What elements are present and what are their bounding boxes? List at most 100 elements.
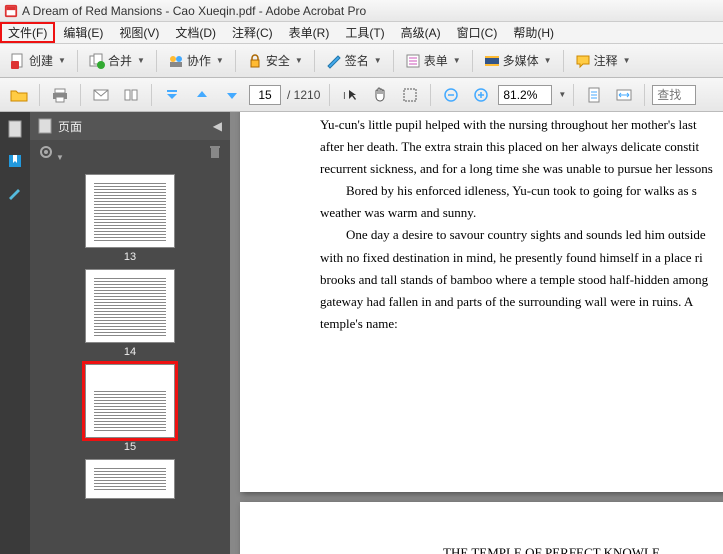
content-area: 页面 ◀ ▼ 13 14 15 Yu-cun's little pupil he… [0, 112, 723, 554]
document-page: THE TEMPLE OF PERFECT KNOWLE [240, 502, 723, 554]
separator [80, 84, 81, 106]
create-button[interactable]: 创建▼ [6, 48, 70, 74]
prev-page-button[interactable] [189, 82, 215, 108]
menu-tool[interactable]: 工具(T) [337, 22, 392, 43]
separator [151, 84, 152, 106]
dropdown-icon[interactable]: ▼ [558, 90, 566, 99]
multimedia-button[interactable]: 多媒体▼ [480, 48, 556, 74]
trash-icon[interactable] [208, 144, 222, 163]
collaborate-button[interactable]: 协作 ▼ [164, 48, 228, 74]
pages-icon [123, 88, 139, 102]
printer-icon [52, 87, 68, 103]
combine-icon [89, 53, 105, 69]
page-panel: 页面 ◀ ▼ 13 14 15 [30, 112, 230, 554]
page-total: / 1210 [287, 88, 320, 102]
document-page: Yu-cun's little pupil helped with the nu… [240, 112, 723, 492]
pages-button[interactable] [118, 82, 144, 108]
dropdown-icon: ▼ [374, 56, 382, 65]
page-panel-title: 页面 [58, 118, 82, 135]
email-button[interactable] [88, 82, 114, 108]
zoom-in-button[interactable] [468, 82, 494, 108]
thumbnail[interactable]: 14 [85, 269, 175, 358]
forms-label: 表单 [424, 52, 448, 69]
up-arrow-icon [195, 88, 209, 102]
separator [430, 84, 431, 106]
body-text: temple's name: [320, 313, 723, 335]
print-button[interactable] [47, 82, 73, 108]
title-bar: A Dream of Red Mansions - Cao Xueqin.pdf… [0, 0, 723, 22]
thumbnail[interactable] [85, 459, 175, 499]
search-input[interactable] [652, 85, 696, 105]
menu-document[interactable]: 文档(D) [167, 22, 224, 43]
sign-icon [326, 53, 342, 69]
marquee-zoom-button[interactable] [397, 82, 423, 108]
heading-text: THE TEMPLE OF PERFECT KNOWLE [320, 542, 723, 554]
menu-help[interactable]: 帮助(H) [505, 22, 562, 43]
dropdown-icon: ▼ [137, 56, 145, 65]
zoom-input[interactable] [498, 85, 552, 105]
select-tool-button[interactable]: I [337, 82, 363, 108]
body-text: weather was warm and sunny. [320, 202, 723, 224]
separator [314, 50, 315, 72]
multimedia-icon [484, 53, 500, 69]
thumbnail[interactable]: 15 [85, 364, 175, 453]
separator [39, 84, 40, 106]
select-icon: I [342, 87, 358, 103]
folder-open-icon [10, 87, 28, 103]
page-number-input[interactable] [249, 85, 281, 105]
open-button[interactable] [6, 82, 32, 108]
nav-bookmarks-icon[interactable] [4, 150, 26, 172]
forms-button[interactable]: 表单▼ [401, 48, 465, 74]
dropdown-icon: ▼ [216, 56, 224, 65]
first-page-button[interactable] [159, 82, 185, 108]
menu-comment[interactable]: 注释(C) [224, 22, 281, 43]
nav-signatures-icon[interactable] [4, 182, 26, 204]
minus-icon [444, 88, 458, 102]
forms-icon [405, 53, 421, 69]
dropdown-icon: ▼ [295, 56, 303, 65]
collaborate-label: 协作 [187, 52, 211, 69]
dropdown-icon: ▼ [58, 56, 66, 65]
secure-label: 安全 [266, 52, 290, 69]
fit-width-button[interactable] [611, 82, 637, 108]
body-text: Bored by his enforced idleness, Yu-cun t… [320, 180, 723, 202]
separator [329, 84, 330, 106]
email-icon [93, 88, 109, 102]
thumb-number: 15 [124, 441, 136, 453]
comment-icon [575, 53, 591, 69]
menu-form[interactable]: 表单(R) [281, 22, 338, 43]
hand-tool-button[interactable] [367, 82, 393, 108]
menu-bar: 文件(F) 编辑(E) 视图(V) 文档(D) 注释(C) 表单(R) 工具(T… [0, 22, 723, 44]
menu-edit[interactable]: 编辑(E) [55, 22, 111, 43]
separator [644, 84, 645, 106]
plus-icon [474, 88, 488, 102]
sign-button[interactable]: 签名 ▼ [322, 48, 386, 74]
thumbnails[interactable]: 13 14 15 [30, 166, 230, 554]
thumbnail[interactable]: 13 [85, 174, 175, 263]
combine-button[interactable]: 合并▼ [85, 48, 149, 74]
collapse-icon[interactable]: ◀ [213, 119, 222, 133]
body-text: Yu-cun's little pupil helped with the nu… [320, 114, 723, 136]
secure-button[interactable]: 安全 ▼ [243, 48, 307, 74]
separator [472, 50, 473, 72]
body-text: with no fixed destination in mind, he pr… [320, 247, 723, 269]
menu-file[interactable]: 文件(F) [0, 22, 55, 43]
dropdown-icon: ▼ [623, 56, 631, 65]
comment-button[interactable]: 注释▼ [571, 48, 635, 74]
multimedia-label: 多媒体 [503, 52, 539, 69]
zoom-out-button[interactable] [438, 82, 464, 108]
separator [563, 50, 564, 72]
document-view[interactable]: Yu-cun's little pupil helped with the nu… [230, 112, 723, 554]
menu-view[interactable]: 视图(V) [111, 22, 167, 43]
body-text: gateway had fallen in and parts of the s… [320, 291, 723, 313]
page-panel-toolbar: ▼ [30, 140, 230, 166]
menu-window[interactable]: 窗口(C) [449, 22, 506, 43]
nav-pages-icon[interactable] [4, 118, 26, 140]
window-title: A Dream of Red Mansions - Cao Xueqin.pdf… [22, 4, 366, 18]
menu-advanced[interactable]: 高级(A) [393, 22, 449, 43]
gear-icon[interactable]: ▼ [38, 144, 64, 163]
fit-page-button[interactable] [581, 82, 607, 108]
lock-icon [247, 53, 263, 69]
sign-label: 签名 [345, 52, 369, 69]
next-page-button[interactable] [219, 82, 245, 108]
